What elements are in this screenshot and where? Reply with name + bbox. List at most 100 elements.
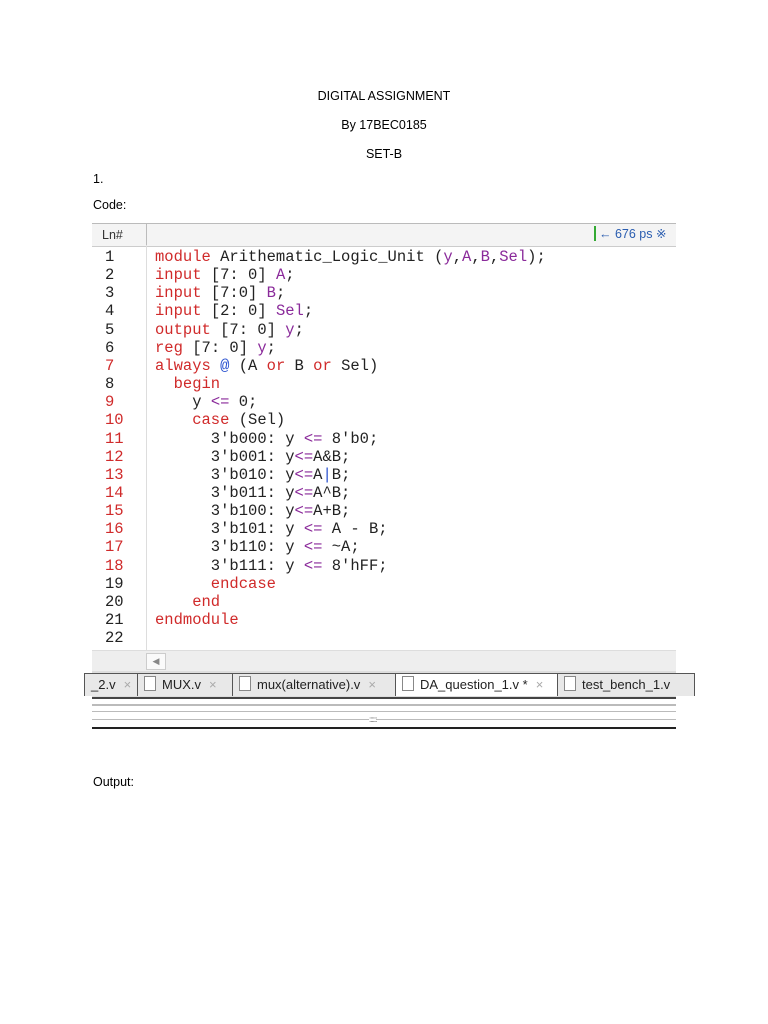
line-number: 16 [105,520,124,539]
code-token: A&B; [313,447,351,466]
horizontal-scrollbar[interactable]: ◀ [92,650,676,671]
code-text: 3'b011: y<=A^B; [155,483,351,502]
code-text: module Arithematic_Logic_Unit (y,A,B,Sel… [155,248,546,266]
code-token: B [480,248,490,266]
tab-label: test_bench_1.v [582,677,671,692]
code-token: or [313,356,342,375]
code-token: <= [303,429,323,448]
code-token: B [294,356,314,375]
code-text: 3'b000: y <= 8'b0; [155,430,378,448]
file-tab[interactable]: test_bench_1.v [557,673,695,696]
file-tab[interactable]: DA_question_1.v * × [395,673,563,696]
code-text: 3'b101: y <= A - B; [155,520,388,538]
line-number: 10 [105,411,124,430]
code-token: endmodule [155,611,239,629]
code-token: B [266,284,276,303]
code-text: case (Sel) [155,411,285,429]
code-token: module [155,248,221,266]
tab-label: _2.v [91,677,116,692]
code-token: | [322,465,332,484]
code-token: input [155,302,211,321]
file-tab[interactable]: mux(alternative).v × [232,673,400,696]
close-icon[interactable]: × [368,677,376,692]
line-number: 20 [105,592,124,611]
code-token: <= [294,483,314,502]
code-token: 3'b101: y [155,520,304,539]
editor-header: Ln# ← 676 ps ※ [92,223,676,247]
file-tabs: _2.v × MUX.v × mux(alternative).v × DA_questio… [84,671,695,699]
code-text: begin [155,375,221,394]
code-token: ; [303,302,314,321]
code-token: A - B; [322,520,388,539]
code-token: <= [303,538,323,557]
set-label: SET-B [365,147,403,161]
code-text: 3'b110: y <= ~A; [155,538,360,556]
divider [92,719,676,720]
code-token: <= [303,520,323,539]
code-text: 3'b001: y<=A&B; [155,447,351,466]
code-token: or [266,356,295,375]
line-number: 22 [105,629,124,648]
code-token: y [155,393,211,412]
code-token: , [452,248,462,266]
code-token: (A [238,356,267,375]
code-token: begin [155,375,221,394]
line-number: 4 [105,302,115,321]
file-tab[interactable]: MUX.v × [137,673,237,696]
divider [92,711,676,712]
file-icon [239,676,251,691]
code-token: 3'b001: y [155,447,295,466]
code-token: 8'hFF; [322,556,388,575]
line-number: 11 [105,429,124,448]
line-number: 18 [105,556,124,575]
code-token: ~A; [322,538,360,557]
code-token: ; [275,284,286,303]
code-token: [7:0] [210,284,267,303]
divider [92,727,676,729]
code-token: <= [294,447,314,466]
code-token: [7: 0] [220,320,286,339]
scroll-left-icon[interactable]: ◀ [146,653,166,670]
code-token: Sel) [341,356,379,375]
code-token: [7: 0] [192,338,258,357]
document-page: { "title":"DIGITAL ASSIGNMENT", "byline"… [0,0,768,1024]
code-token: A+B; [313,502,351,521]
code-text: input [7: 0] A; [155,266,295,284]
question-number: 1. [93,172,104,186]
code-token: (Sel) [238,411,286,430]
code-token: , [471,248,481,266]
close-icon[interactable]: × [536,677,544,692]
code-text: output [7: 0] y; [155,321,304,339]
code-token: ; [266,338,276,357]
code-text: input [2: 0] Sel; [155,302,313,320]
splitter[interactable]: :::::: [92,699,676,730]
code-token: <= [303,556,323,575]
tab-label: mux(alternative).v [257,677,361,692]
line-number: 9 [105,393,115,412]
file-icon [402,676,414,691]
code-token: A [275,266,286,285]
line-number: 6 [105,338,115,357]
code-label: Code: [93,198,127,212]
line-number: 15 [105,502,124,521]
code-editor-screenshot: Ln# ← 676 ps ※ 1 module Arithematic_Logic… [84,223,695,730]
code-text: reg [7: 0] y; [155,339,276,357]
author-line: By 17BEC0185 [341,118,427,132]
close-icon[interactable]: × [124,677,132,692]
line-number: 7 [105,356,115,375]
code-token: <= [210,393,230,412]
code-text: endmodule [155,611,239,629]
code-token: y [285,320,295,339]
code-token: , [489,248,500,266]
line-number: 5 [105,320,115,339]
code-token: 0; [229,393,258,412]
line-number: 14 [105,483,124,502]
tab-label: DA_question_1.v * [420,677,528,692]
divider [146,224,147,246]
code-token: Sel [499,248,528,266]
time-indicator: ← 676 ps ※ [594,226,666,241]
grip-handle-icon[interactable]: :::::: [369,715,377,724]
close-icon[interactable]: × [209,677,217,692]
code-text: 3'b100: y<=A+B; [155,502,351,521]
file-tab[interactable]: _2.v × [84,673,144,696]
